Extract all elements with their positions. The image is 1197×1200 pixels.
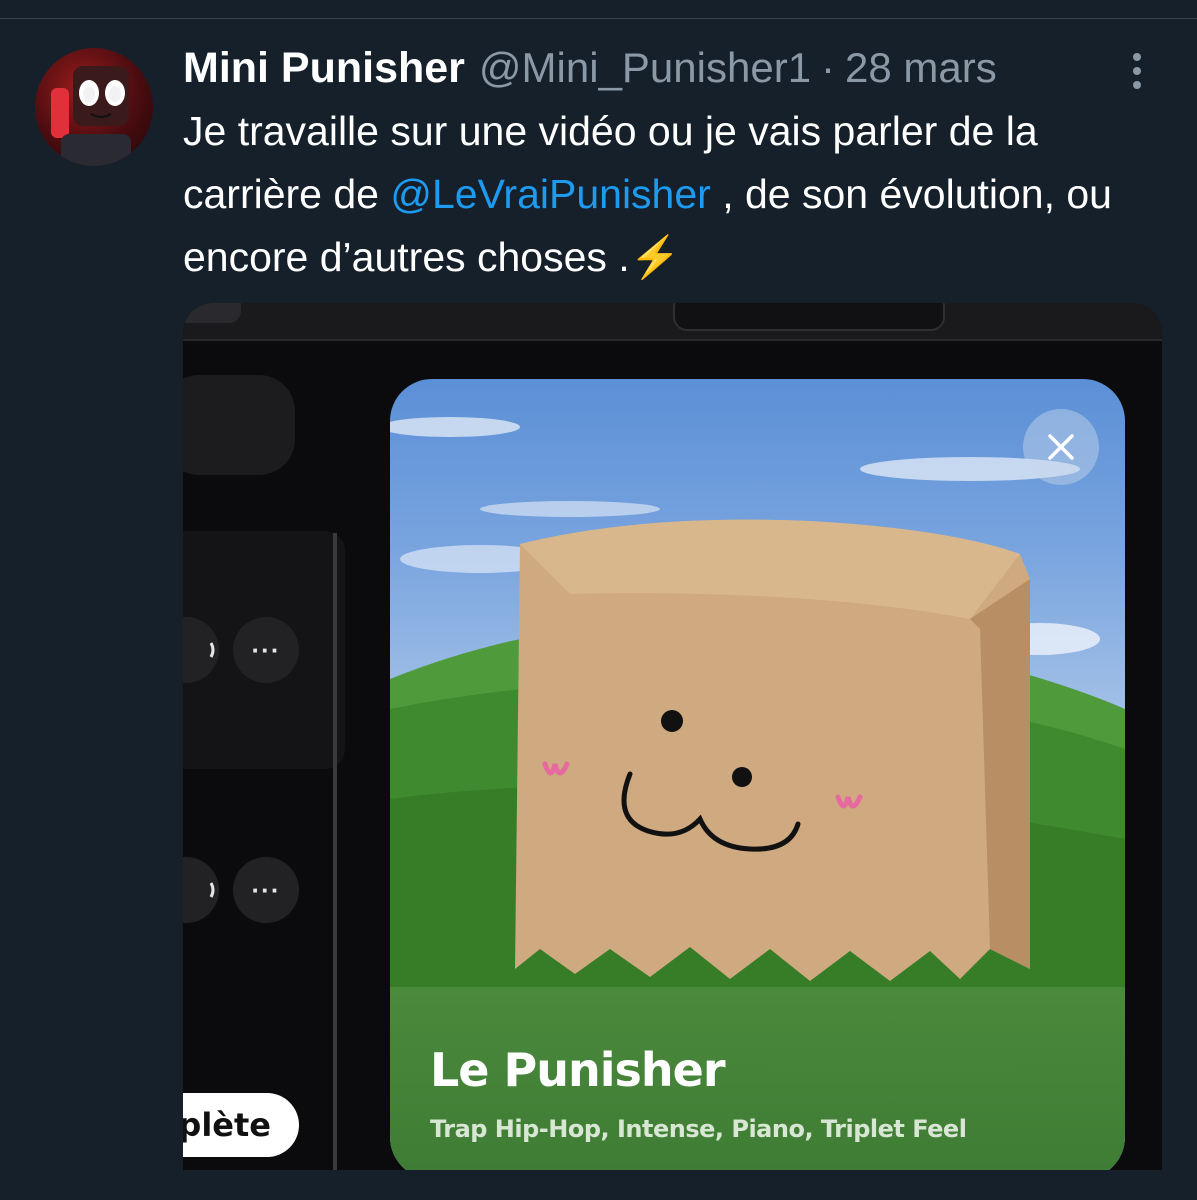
separator-dot: · — [821, 44, 836, 91]
song-card: Le Punisher Trap Hip-Hop, Intense, Piano… — [390, 379, 1125, 1170]
screenshot-divider — [333, 533, 337, 1170]
tweet-header: Mini Punisher @Mini_Punisher1 · 28 mars — [183, 40, 997, 96]
screenshot-play-button-2 — [183, 857, 219, 923]
screenshot-white-button: plète — [183, 1093, 299, 1157]
song-tags: Trap Hip-Hop, Intense, Piano, Triplet Fe… — [430, 1115, 967, 1143]
screenshot-topbar — [183, 303, 1162, 341]
close-button[interactable] — [1023, 409, 1099, 485]
card-info: Le Punisher Trap Hip-Hop, Intense, Piano… — [390, 987, 1125, 1170]
top-divider — [0, 0, 1197, 19]
tweet-media-image[interactable]: ··· ··· plète Le Punisher Trap Hip-Hop, … — [183, 303, 1162, 1170]
song-title: Le Punisher — [430, 1043, 726, 1097]
tweet-date[interactable]: 28 mars — [845, 44, 997, 92]
author-handle[interactable]: @Mini_Punisher1 — [479, 44, 811, 92]
more-horizontal-icon: ··· — [251, 874, 281, 905]
card-artwork — [390, 417, 1125, 999]
avatar[interactable] — [35, 48, 153, 166]
white-button-label: plète — [183, 1106, 271, 1144]
screenshot-left-pill — [183, 375, 295, 475]
screenshot-more-button-2: ··· — [233, 857, 299, 923]
more-horizontal-icon: ··· — [251, 634, 281, 665]
more-vertical-icon[interactable] — [1119, 48, 1155, 92]
close-icon — [1048, 434, 1074, 460]
screenshot-more-button: ··· — [233, 617, 299, 683]
mention-link[interactable]: @LeVraiPunisher — [390, 171, 710, 217]
author-name[interactable]: Mini Punisher — [183, 44, 465, 93]
screenshot-play-button — [183, 617, 219, 683]
screenshot-topbar-tab — [183, 303, 241, 323]
tweet-text: Je travaille sur une vidéo ou je vais pa… — [183, 100, 1173, 289]
screenshot-topbar-pill — [673, 303, 945, 331]
